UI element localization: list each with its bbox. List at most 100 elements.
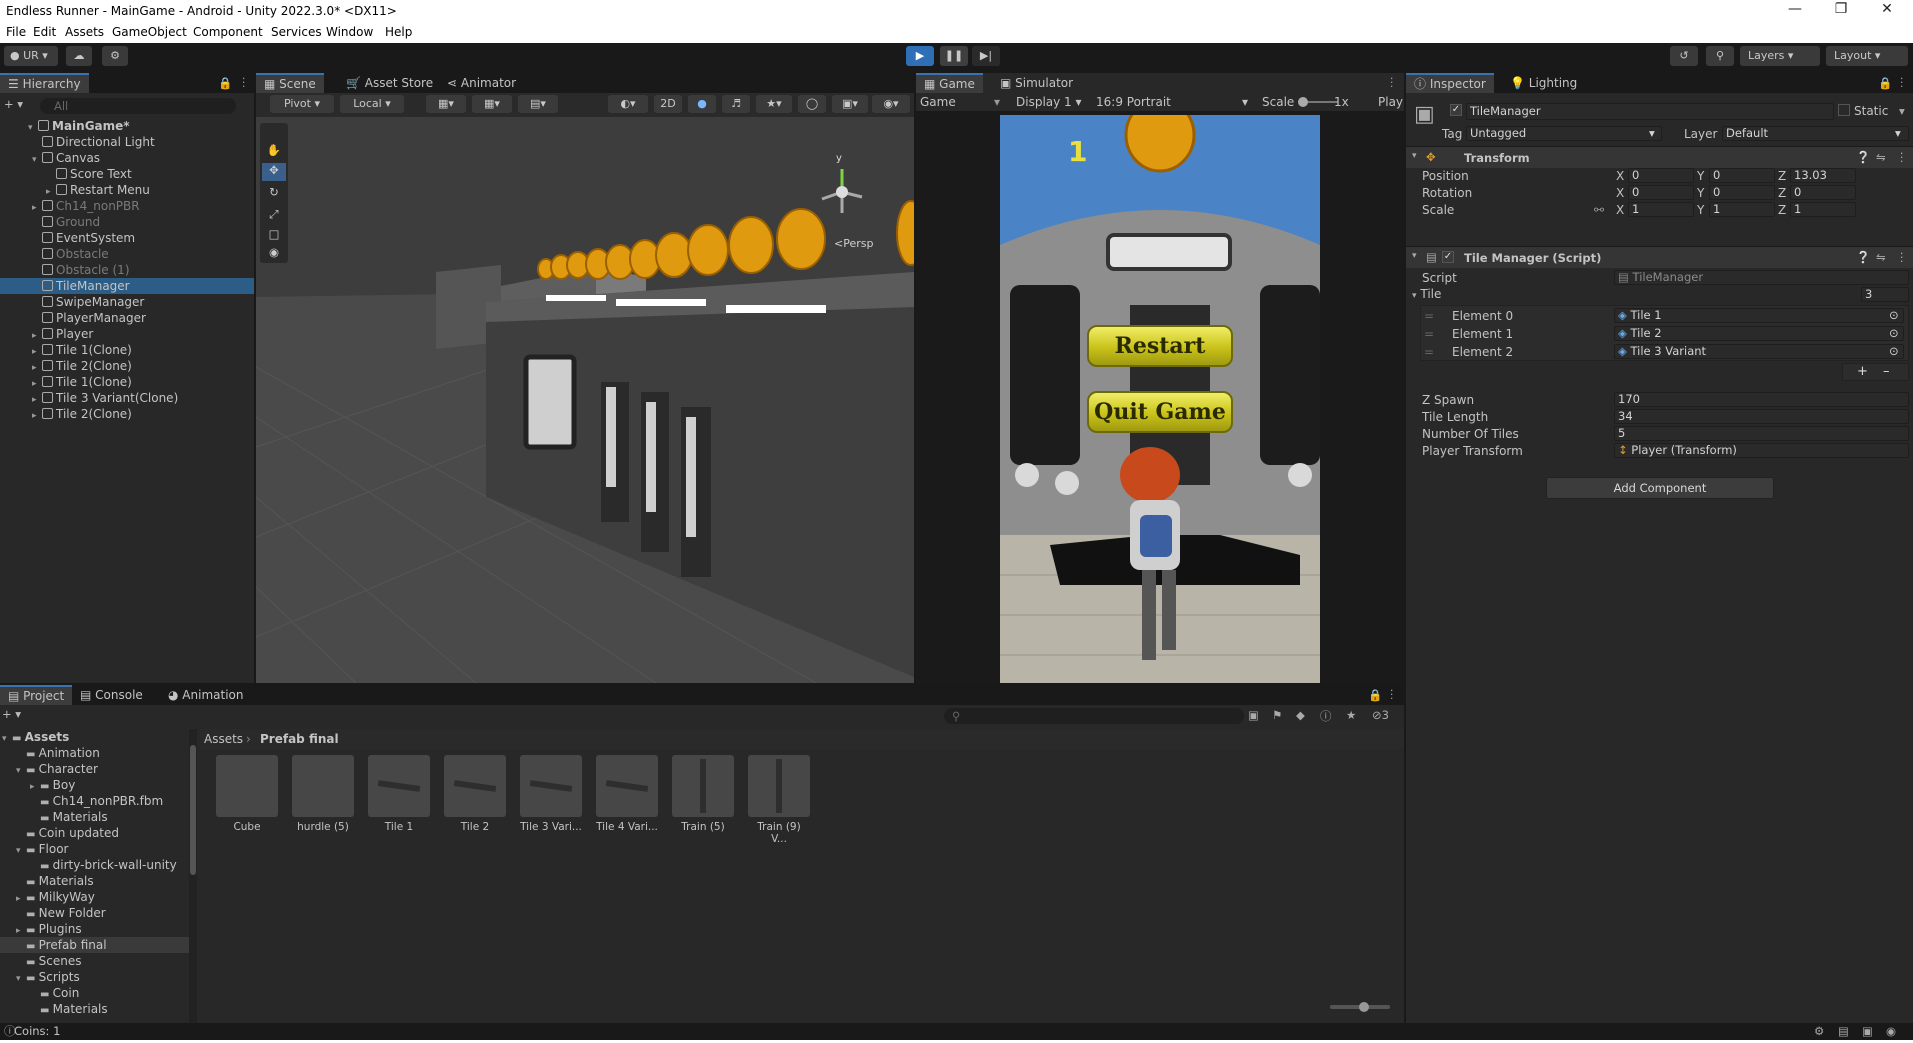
close-icon[interactable]: ✕ xyxy=(1872,1,1902,17)
grid-icon[interactable]: ▦▾ xyxy=(472,95,512,113)
asset-item[interactable]: Tile 3 Vari... xyxy=(520,755,582,835)
transform-rotation-z-field[interactable]: 0 xyxy=(1790,185,1856,200)
hierarchy-item[interactable]: Obstacle xyxy=(0,246,254,262)
hierarchy-item[interactable]: SwipeManager xyxy=(0,294,254,310)
script-enabled-checkbox[interactable]: ✓ xyxy=(1442,251,1454,263)
tile-array-size[interactable]: 3 xyxy=(1861,287,1909,302)
hierarchy-item[interactable]: ▸ Tile 1(Clone) xyxy=(0,342,254,358)
menu-component[interactable]: Component xyxy=(193,25,263,39)
script-menu-icon[interactable]: ⋮ xyxy=(1896,250,1908,264)
restart-button[interactable]: Restart xyxy=(1087,325,1233,367)
hierarchy-item[interactable]: ▸ Tile 2(Clone) xyxy=(0,406,254,422)
menu-edit[interactable]: Edit xyxy=(33,25,56,39)
asset-item[interactable]: Tile 1 xyxy=(368,755,430,835)
constrain-proportions-icon[interactable]: ⚯ xyxy=(1594,203,1604,217)
project-folder[interactable]: ▸ ▬ Boy xyxy=(0,777,190,793)
progress-icon[interactable]: ▤ xyxy=(1838,1023,1849,1040)
restore-icon[interactable]: ❐ xyxy=(1826,1,1856,17)
project-folder[interactable]: ▾ ▬ Assets xyxy=(0,729,190,745)
hierarchy-item[interactable]: Obstacle (1) xyxy=(0,262,254,278)
minimize-icon[interactable]: — xyxy=(1780,1,1810,17)
hierarchy-item[interactable]: ▸ Ch14_nonPBR xyxy=(0,198,254,214)
array-add-button[interactable]: + xyxy=(1857,364,1868,379)
cloud-icon[interactable]: ☁ xyxy=(66,46,92,66)
breadcrumb-prefab-final[interactable]: Prefab final xyxy=(260,729,339,749)
tile-manager-header[interactable]: ▾ ▤ ✓ Tile Manager (Script) ❔ ⇋ ⋮ xyxy=(1406,246,1913,268)
tab-asset-store[interactable]: 🛒 Asset Store xyxy=(338,73,441,93)
project-folder[interactable]: ▬ Materials xyxy=(0,873,190,889)
step-button[interactable]: ▶| xyxy=(972,46,1000,66)
hierarchy-item[interactable]: EventSystem xyxy=(0,230,254,246)
script-presets-icon[interactable]: ⇋ xyxy=(1876,250,1886,264)
move-tool-icon[interactable]: ✥ xyxy=(262,163,286,181)
project-folder[interactable]: ▬ Materials xyxy=(0,1001,190,1017)
tab-console[interactable]: ▤ Console xyxy=(72,685,151,705)
hierarchy-item[interactable]: TileManager xyxy=(0,278,254,294)
project-folder[interactable]: ▾ ▬ Floor xyxy=(0,841,190,857)
hierarchy-item[interactable]: ▾ Canvas xyxy=(0,150,254,166)
game-mode-dropdown[interactable]: Game xyxy=(920,93,956,111)
drag-handle-icon[interactable]: = xyxy=(1424,327,1434,341)
inspector-kebab-icon[interactable]: ⋮ xyxy=(1896,75,1908,89)
cache-icon[interactable]: ▣ xyxy=(1862,1023,1873,1040)
tab-inspector[interactable]: ⓘ Inspector xyxy=(1406,73,1494,93)
local-dropdown[interactable]: Local ▾ xyxy=(340,95,404,113)
tab-simulator[interactable]: ▣ Simulator xyxy=(992,73,1081,93)
project-folder[interactable]: ▬ dirty-brick-wall-unity xyxy=(0,857,190,873)
project-add-icon[interactable]: + ▾ xyxy=(2,707,21,721)
project-kebab-icon[interactable]: ⋮ xyxy=(1386,687,1398,701)
project-folder[interactable]: ▸ ▬ MilkyWay xyxy=(0,889,190,905)
menu-services[interactable]: Services xyxy=(271,25,322,39)
quit-game-button[interactable]: Quit Game xyxy=(1087,391,1233,433)
tab-hierarchy[interactable]: ☰ Hierarchy xyxy=(0,73,89,93)
active-checkbox[interactable]: ✓ xyxy=(1450,104,1462,116)
asset-item[interactable]: Tile 4 Vari... xyxy=(596,755,658,835)
audio-icon[interactable]: ♬ xyxy=(722,95,750,113)
search-icon[interactable]: ⚲ xyxy=(1706,46,1734,66)
layer-dropdown[interactable]: Default ▾ xyxy=(1722,126,1909,141)
menu-gameobject[interactable]: GameObject xyxy=(112,25,187,39)
static-dropdown-icon[interactable]: ▾ xyxy=(1899,104,1905,118)
search-info-icon[interactable]: ⓘ xyxy=(1320,708,1332,724)
search-by-label-icon[interactable]: ⚑ xyxy=(1272,708,1282,722)
scale-tool-icon[interactable]: ⤢ xyxy=(262,207,286,225)
tab-game[interactable]: ▦ Game xyxy=(916,73,983,93)
transform-rotation-x-field[interactable]: 0 xyxy=(1628,185,1694,200)
project-folder[interactable]: ▬ New Folder xyxy=(0,905,190,921)
drag-handle-icon[interactable]: = xyxy=(1424,345,1434,359)
project-search-input[interactable]: ⚲ xyxy=(944,708,1244,724)
script-field-value[interactable]: 170 xyxy=(1614,392,1909,407)
transform-position-x-field[interactable]: 0 xyxy=(1628,168,1694,183)
lighting-icon[interactable]: ● xyxy=(688,95,716,113)
collab-icon[interactable]: ⚙ xyxy=(102,46,128,66)
component-menu-icon[interactable]: ⋮ xyxy=(1896,150,1908,164)
layout-dropdown[interactable]: Layout ▾ xyxy=(1826,46,1908,66)
project-folder[interactable]: ▸ ▬ Plugins xyxy=(0,921,190,937)
grid-snap-icon[interactable]: ▦▾ xyxy=(426,95,466,113)
search-by-tag-icon[interactable]: ◆ xyxy=(1296,708,1305,722)
hidden-packages-icon[interactable]: ⊘3 xyxy=(1372,708,1389,722)
project-folder[interactable]: ▬ Prefab final xyxy=(0,937,190,953)
tab-scene[interactable]: ▦ Scene xyxy=(256,73,324,93)
gizmos-icon[interactable]: ◉▾ xyxy=(872,95,910,113)
transform-header[interactable]: ▾ ✥ Transform ❔ ⇋ ⋮ xyxy=(1406,146,1913,168)
hierarchy-search-input[interactable]: All xyxy=(40,98,236,114)
status-text[interactable]: Coins: 1 xyxy=(14,1023,60,1040)
hierarchy-item[interactable]: PlayerManager xyxy=(0,310,254,326)
script-field-value[interactable]: ↕ Player (Transform) xyxy=(1614,443,1909,458)
tab-animation[interactable]: ◕ Animation xyxy=(160,685,251,705)
project-folder[interactable]: ▬ Coin updated xyxy=(0,825,190,841)
play-button[interactable]: ▶ xyxy=(906,46,934,66)
camera-icon[interactable]: ▣▾ xyxy=(832,95,868,113)
script-help-icon[interactable]: ❔ xyxy=(1856,250,1870,264)
asset-item[interactable]: Tile 2 xyxy=(444,755,506,835)
transform-position-y-field[interactable]: 0 xyxy=(1709,168,1775,183)
project-folder[interactable]: ▬ Ch14_nonPBR.fbm xyxy=(0,793,190,809)
hierarchy-item[interactable]: Ground xyxy=(0,214,254,230)
tab-animator[interactable]: ⋖ Animator xyxy=(439,73,524,93)
asset-item[interactable]: Train (9) V... xyxy=(748,755,810,845)
transform-position-z-field[interactable]: 13.03 xyxy=(1790,168,1856,183)
object-picker-icon[interactable]: ⊙ xyxy=(1889,327,1899,340)
object-name-field[interactable]: TileManager xyxy=(1466,103,1834,120)
project-folder[interactable]: ▾ ▬ Character xyxy=(0,761,190,777)
